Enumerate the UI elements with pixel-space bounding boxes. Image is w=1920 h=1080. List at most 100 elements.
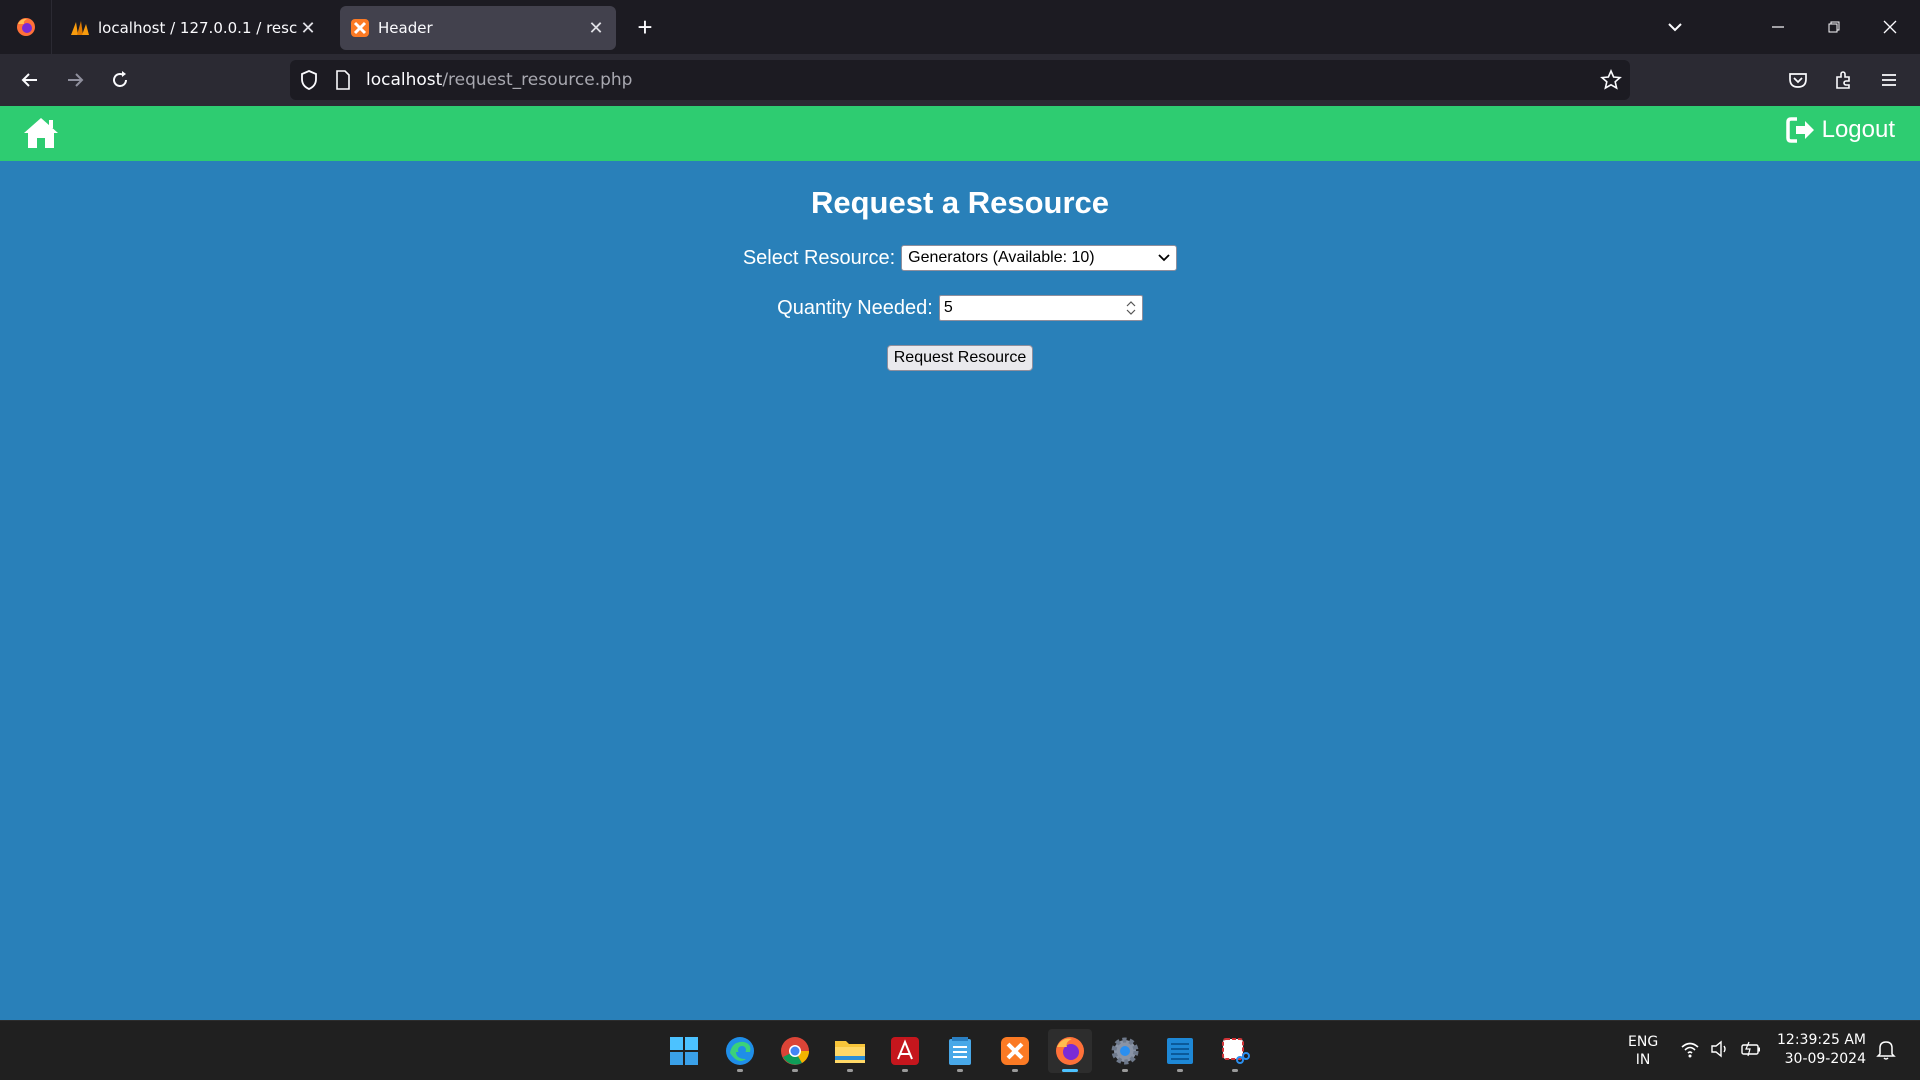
- url-bar[interactable]: localhost/request_resource.php: [290, 60, 1630, 100]
- list-all-tabs-button[interactable]: [1660, 12, 1690, 42]
- taskbar-clock[interactable]: 12:39:25 AM 30-09-2024: [1776, 1031, 1866, 1069]
- site-header: Logout: [0, 106, 1920, 161]
- settings-icon: [1111, 1037, 1139, 1065]
- sign-out-icon: [1785, 117, 1814, 143]
- xampp-icon: [1001, 1037, 1029, 1065]
- back-arrow-icon: [21, 73, 37, 87]
- forward-arrow-icon: [68, 73, 84, 87]
- running-indicator: [1232, 1069, 1238, 1072]
- new-tab-button[interactable]: +: [630, 12, 660, 42]
- phpmyadmin-icon: [71, 21, 89, 35]
- puzzle-icon: [1836, 71, 1850, 89]
- resource-select[interactable]: Generators (Available: 10): [901, 245, 1178, 271]
- tab-header[interactable]: Header ✕: [340, 6, 616, 50]
- page-info-icon[interactable]: [334, 70, 352, 90]
- running-indicator: [1177, 1069, 1183, 1072]
- tab-title: Header: [378, 19, 433, 37]
- reload-icon: [113, 71, 127, 87]
- resource-selected-value: Generators (Available: 10): [908, 249, 1095, 266]
- forward-button[interactable]: [57, 62, 93, 98]
- clock-time: 12:39:25 AM: [1777, 1032, 1866, 1048]
- chevron-down-icon: [1668, 23, 1682, 32]
- snipping-tool-icon: [1222, 1038, 1250, 1064]
- logout-label: Logout: [1821, 116, 1895, 143]
- browser-nav-bar: localhost/request_resource.php: [0, 54, 1920, 106]
- browser-tab-strip: localhost / 127.0.0.1 / rescue_ag ✕ Head…: [0, 0, 1920, 54]
- taskbar-settings[interactable]: [1103, 1029, 1147, 1073]
- resource-label: Select Resource:: [742, 246, 896, 269]
- input-language-indicator[interactable]: ENG IN: [1628, 1033, 1658, 1069]
- reload-button[interactable]: [102, 62, 138, 98]
- tab-title: localhost / 127.0.0.1 / rescue_ag: [98, 19, 298, 37]
- notification-bell-icon[interactable]: [1876, 1039, 1896, 1061]
- running-indicator: [957, 1069, 963, 1072]
- notepad-icon: [949, 1037, 971, 1065]
- taskbar-file-explorer[interactable]: [828, 1029, 872, 1073]
- edge-icon: [726, 1037, 754, 1065]
- restore-icon: [1828, 21, 1840, 33]
- url-path: /request_resource.php: [442, 70, 633, 90]
- clock-date: 30-09-2024: [1784, 1051, 1866, 1067]
- file-explorer-icon: [835, 1041, 865, 1063]
- running-indicator: [847, 1069, 853, 1072]
- firefox-icon: [1056, 1037, 1084, 1065]
- tab-phpmyadmin[interactable]: localhost / 127.0.0.1 / rescue_ag ✕: [60, 6, 328, 50]
- windows-taskbar: ENG IN 12:39:25 AM 30-09-2024: [0, 1020, 1920, 1080]
- vscode-icon: [1167, 1038, 1193, 1064]
- resource-row: Select Resource: Generators (Available: …: [0, 245, 1920, 271]
- quantity-value: 5: [943, 299, 953, 316]
- taskbar-snipping-tool[interactable]: [1213, 1029, 1257, 1073]
- url-host: localhost: [366, 70, 443, 90]
- running-indicator: [1122, 1069, 1128, 1072]
- quantity-input[interactable]: 5: [938, 295, 1143, 321]
- battery-icon: [1741, 1041, 1760, 1057]
- taskbar-chrome[interactable]: [773, 1029, 817, 1073]
- pocket-icon: [1789, 73, 1807, 88]
- restore-button[interactable]: [1806, 0, 1862, 54]
- number-spinner-icon[interactable]: [1124, 298, 1138, 318]
- bookmark-star-icon[interactable]: [1600, 69, 1622, 91]
- xampp-icon: [351, 19, 369, 37]
- taskbar-acrobat[interactable]: [883, 1029, 927, 1073]
- quantity-row: Quantity Needed: 5: [0, 295, 1920, 321]
- windows-start-icon: [670, 1037, 698, 1065]
- menu-button[interactable]: [1871, 62, 1907, 98]
- taskbar-notepad[interactable]: [938, 1029, 982, 1073]
- logout-link[interactable]: Logout: [1785, 116, 1895, 144]
- chrome-icon: [781, 1037, 809, 1065]
- volume-icon: [1711, 1040, 1726, 1058]
- taskbar-edge[interactable]: [718, 1029, 762, 1073]
- url-text[interactable]: localhost/request_resource.php: [366, 70, 632, 90]
- pocket-button[interactable]: [1780, 62, 1816, 98]
- home-icon: [24, 118, 58, 148]
- running-indicator: [792, 1069, 798, 1072]
- language-code: ENG: [1628, 1034, 1659, 1050]
- minimize-button[interactable]: [1750, 0, 1806, 54]
- minimize-icon: [1772, 26, 1784, 28]
- page-title: Request a Resource: [810, 185, 1110, 220]
- start-button[interactable]: [662, 1029, 706, 1073]
- running-indicator: [737, 1069, 743, 1072]
- taskbar-xampp[interactable]: [993, 1029, 1037, 1073]
- tracking-protection-icon[interactable]: [298, 69, 320, 91]
- system-tray[interactable]: [1680, 1039, 1762, 1059]
- request-resource-button[interactable]: Request Resource: [886, 345, 1034, 371]
- running-indicator: [1062, 1069, 1078, 1072]
- running-indicator: [1012, 1069, 1018, 1072]
- home-link[interactable]: [22, 115, 60, 151]
- quantity-label: Quantity Needed:: [777, 296, 933, 319]
- firefox-view-button[interactable]: [0, 0, 52, 54]
- hamburger-menu-icon: [1882, 74, 1896, 86]
- close-window-button[interactable]: [1862, 0, 1918, 54]
- firefox-icon: [16, 18, 35, 36]
- close-tab-icon[interactable]: ✕: [586, 18, 606, 39]
- taskbar-vscode[interactable]: [1158, 1029, 1202, 1073]
- chevron-down-icon: [1158, 254, 1170, 262]
- back-button[interactable]: [12, 62, 48, 98]
- close-tab-icon[interactable]: ✕: [298, 18, 318, 39]
- taskbar-firefox[interactable]: [1048, 1029, 1092, 1073]
- wifi-icon: [1681, 1042, 1699, 1058]
- page-content: Request a Resource Select Resource: Gene…: [0, 161, 1920, 1020]
- extensions-button[interactable]: [1826, 62, 1862, 98]
- close-icon: [1883, 20, 1897, 34]
